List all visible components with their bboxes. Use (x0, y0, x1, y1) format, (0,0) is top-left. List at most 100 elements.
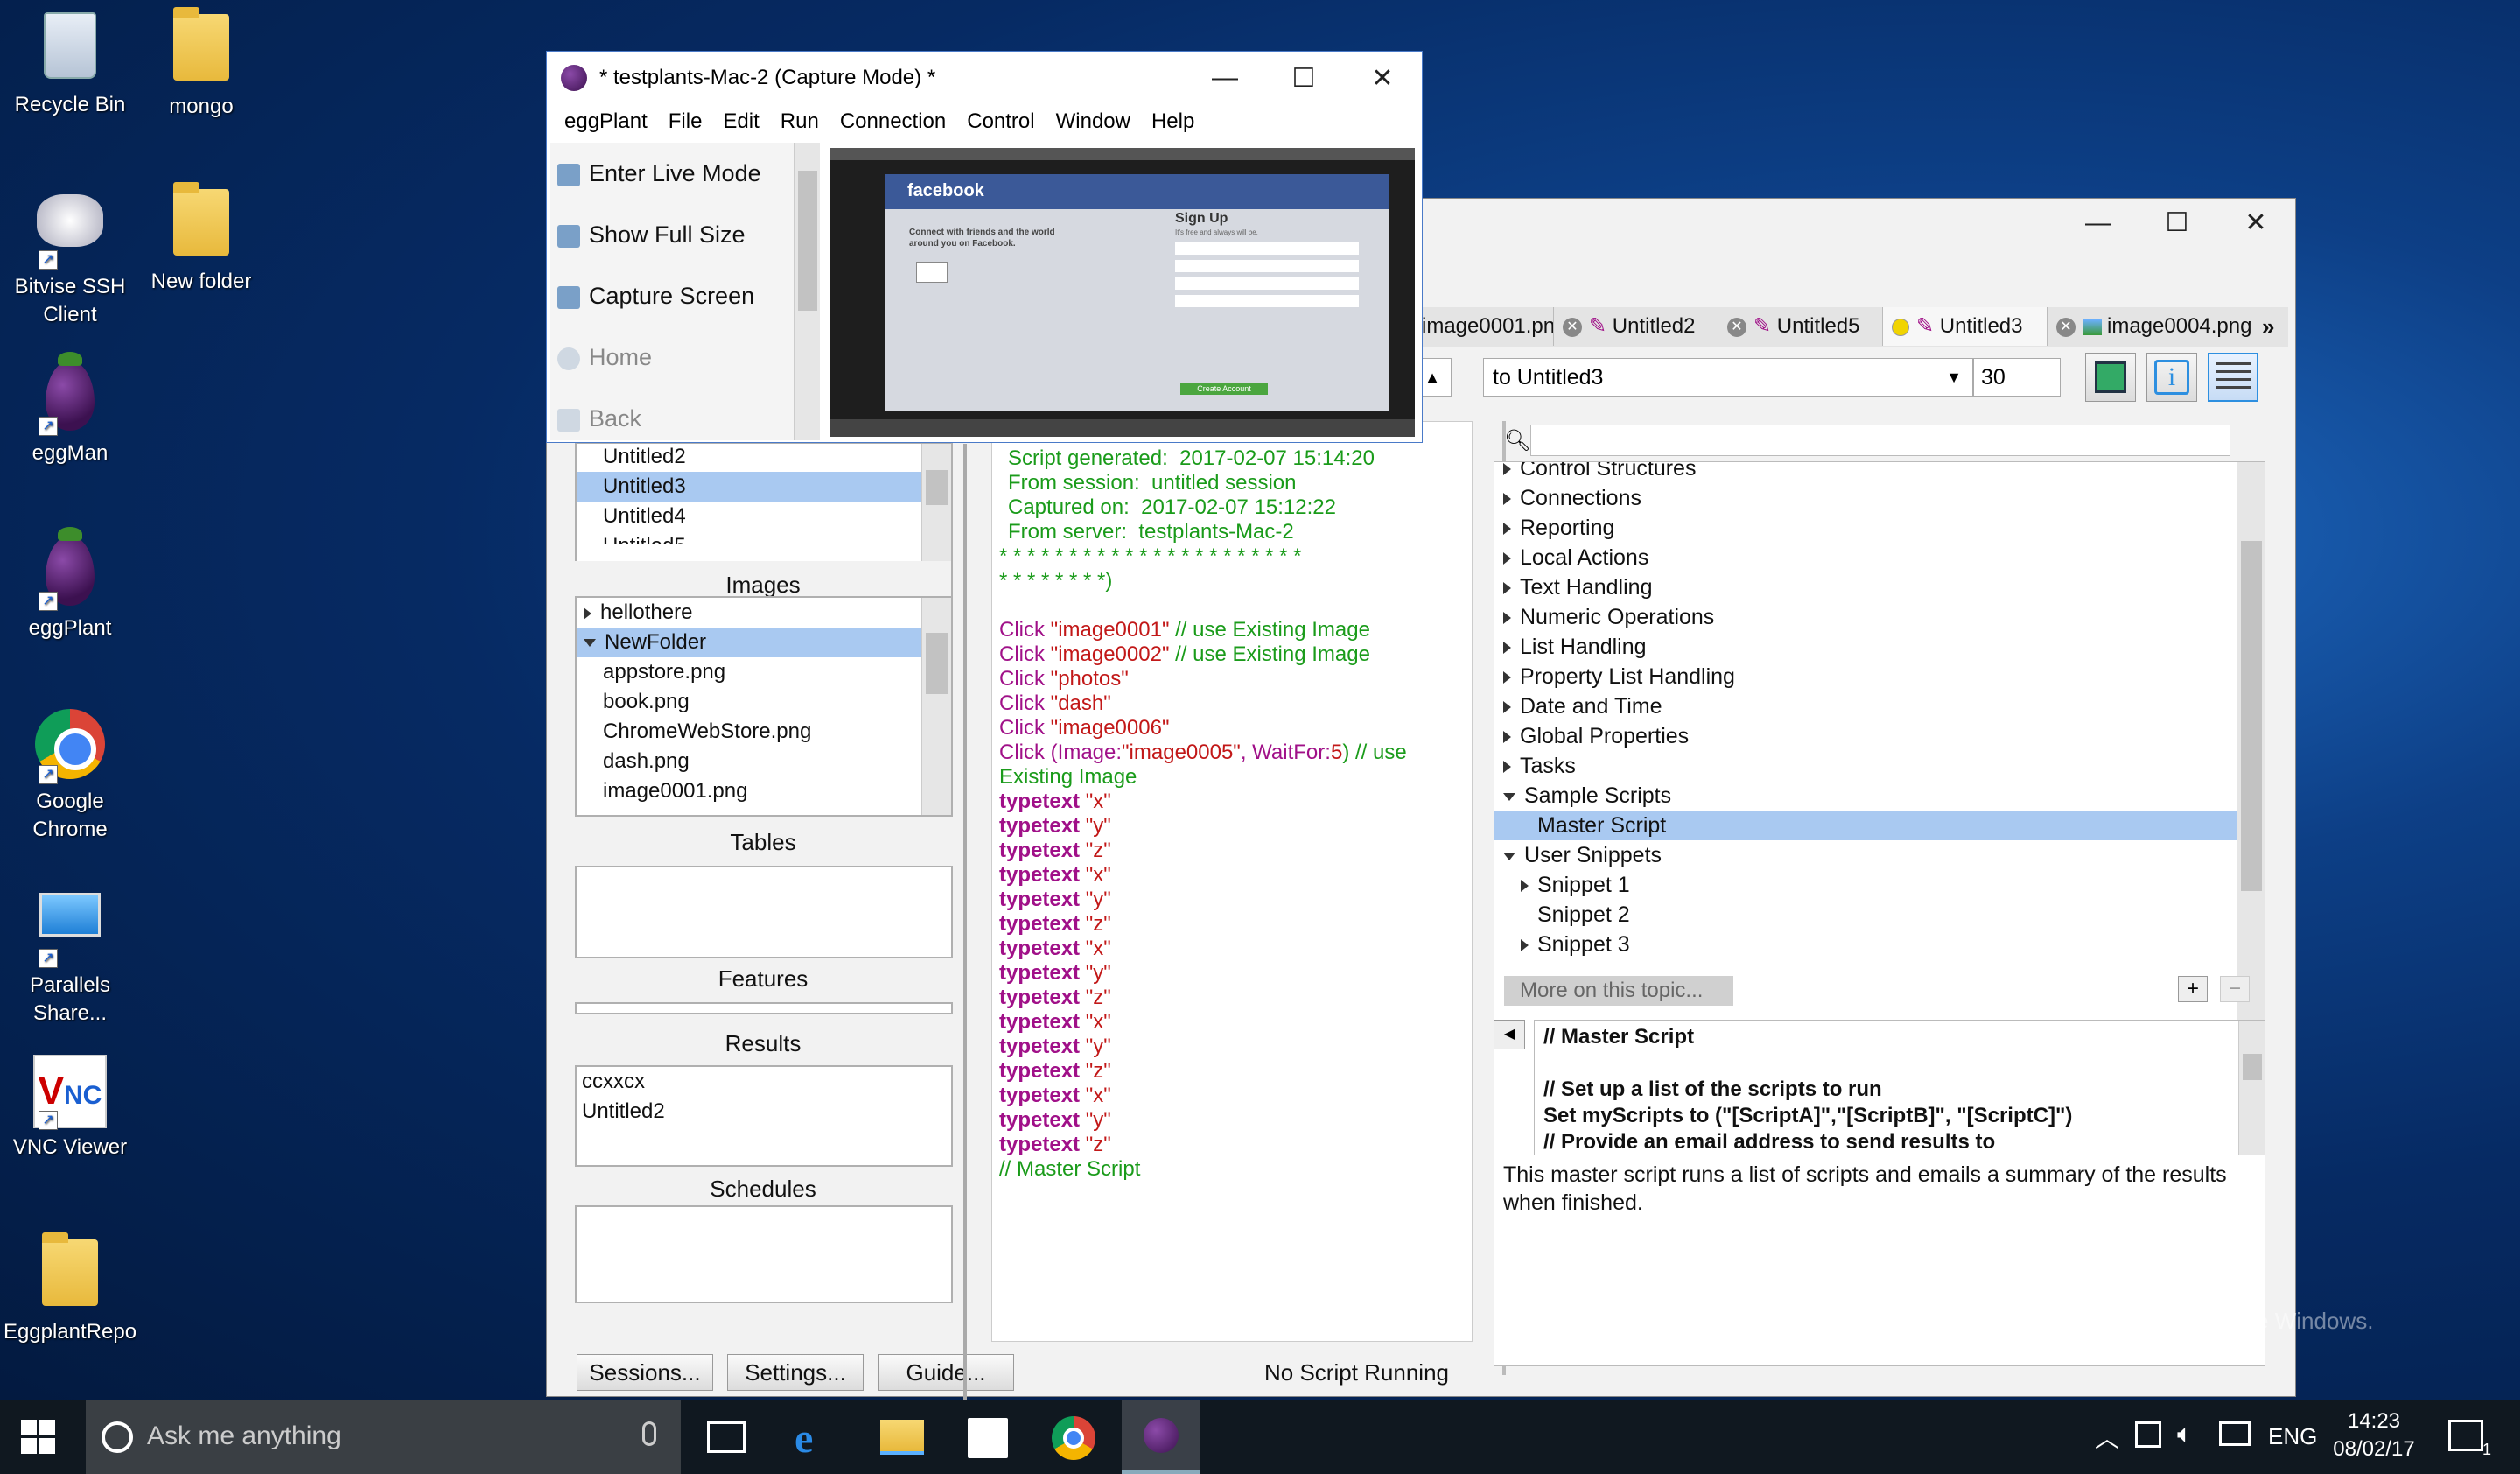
tree-item[interactable]: Global Properties (1494, 721, 2236, 751)
network-icon[interactable] (2135, 1421, 2161, 1448)
remove-snippet-button[interactable]: − (2220, 976, 2250, 1002)
scroll-thumb[interactable] (2243, 1054, 2262, 1080)
scroll-thumb[interactable] (926, 633, 948, 694)
clock[interactable]: 14:23 08/02/17 (2326, 1407, 2422, 1463)
menu-item-run[interactable]: Run (770, 109, 830, 134)
list-item[interactable]: NewFolder (577, 628, 951, 657)
count-input[interactable]: 30 (1973, 358, 2061, 397)
expand-icon[interactable] (1503, 493, 1511, 506)
list-item[interactable]: image0001.png (577, 776, 951, 806)
chevron-up-icon[interactable]: ︿ (2095, 1420, 2119, 1455)
expand-icon[interactable] (1503, 612, 1511, 625)
tree-item[interactable]: Sample Scripts (1494, 781, 2236, 811)
expand-icon[interactable] (1521, 880, 1529, 893)
list-item[interactable]: Untitled3 (577, 472, 951, 502)
tree-item[interactable]: Master Script (1494, 811, 2236, 840)
list-item[interactable]: Untitled5 (577, 531, 951, 544)
sessions-button[interactable]: Sessions... (577, 1354, 713, 1391)
list-item[interactable]: dash.png (577, 747, 951, 776)
expand-icon[interactable] (1503, 552, 1511, 565)
chrome-taskbar-icon[interactable] (1052, 1416, 1096, 1460)
list-item[interactable]: hellothere (577, 598, 951, 628)
desktop-icon-new-folder[interactable]: New folder (131, 182, 271, 296)
list-item[interactable]: ccxxcx (577, 1067, 951, 1097)
volume-icon[interactable]: 🔈︎ (2177, 1420, 2193, 1449)
windows-start-icon[interactable] (21, 1420, 56, 1455)
menu-item-edit[interactable]: Edit (712, 109, 769, 134)
scroll-thumb[interactable] (2241, 541, 2262, 891)
expand-icon[interactable] (1503, 582, 1511, 595)
tree-item[interactable]: Property List Handling (1494, 662, 2236, 691)
close-tab-icon[interactable]: ✕ (1563, 317, 1582, 337)
file-explorer-icon[interactable] (880, 1420, 924, 1455)
expand-icon[interactable] (1503, 761, 1511, 774)
tab-untitled3[interactable]: ✎ Untitled3 (1882, 307, 2047, 346)
minimize-button[interactable]: — (1186, 63, 1264, 94)
tree-item[interactable]: Numeric Operations (1494, 602, 2236, 632)
collapse-icon[interactable] (1503, 792, 1516, 801)
list-item[interactable]: book.png (577, 687, 951, 717)
edge-icon[interactable]: e (794, 1414, 813, 1463)
search-box[interactable]: Ask me anything (86, 1400, 681, 1474)
close-button[interactable]: ✕ (1343, 63, 1422, 94)
action-home[interactable]: Home (550, 326, 797, 388)
expand-icon[interactable] (1503, 731, 1511, 744)
tree-item[interactable]: Text Handling (1494, 572, 2236, 602)
list-view-button[interactable] (2208, 353, 2258, 402)
maximize-button[interactable]: ☐ (2138, 199, 2216, 248)
settings-button[interactable]: Settings... (727, 1354, 864, 1391)
expand-icon[interactable] (1503, 642, 1511, 655)
expand-icon[interactable] (584, 607, 592, 620)
desktop-icon-recycle-bin[interactable]: Recycle Bin (0, 9, 140, 119)
tab-untitled5[interactable]: ✕ ✎ Untitled5 (1718, 307, 1882, 346)
scrollbar[interactable] (2238, 1021, 2264, 1168)
action-back[interactable]: Back (550, 388, 797, 449)
close-tab-icon[interactable]: ✕ (2056, 317, 2076, 337)
tree-item[interactable]: User Snippets (1494, 840, 2236, 870)
desktop-icon-eggplantrepo[interactable]: EggplantRepo (0, 1232, 140, 1346)
add-snippet-button[interactable]: + (2178, 976, 2208, 1002)
menu-item-connection[interactable]: Connection (830, 109, 956, 134)
guide-button[interactable]: Guide... (878, 1354, 1014, 1391)
desktop-icon-parallels[interactable]: ↗ Parallels Share... (0, 884, 140, 1028)
expand-icon[interactable] (1521, 939, 1529, 952)
scroll-thumb[interactable] (926, 470, 948, 505)
more-topic-button[interactable]: More on this topic... (1504, 976, 1733, 1006)
desktop-icon-vnc[interactable]: VNC ↗ VNC Viewer (0, 1055, 140, 1162)
store-icon[interactable] (968, 1418, 1008, 1458)
help-search-input[interactable] (1530, 425, 2230, 456)
save-button[interactable] (2085, 353, 2136, 402)
action-show-full-size[interactable]: Show Full Size (550, 204, 797, 265)
tab-untitled2[interactable]: ✕ ✎ Untitled2 (1553, 307, 1718, 346)
minimize-button[interactable]: — (2059, 199, 2138, 248)
tree-item[interactable]: Snippet 2 (1494, 900, 2236, 930)
tree-item[interactable]: List Handling (1494, 632, 2236, 662)
action-enter-live-mode[interactable]: Enter Live Mode (550, 143, 797, 204)
snippet-code-view[interactable]: // Master Script // Set up a list of the … (1534, 1020, 2265, 1169)
language-indicator[interactable]: ENG (2268, 1423, 2317, 1450)
expand-icon[interactable] (1503, 463, 1511, 476)
eggplant-taskbar-icon[interactable] (1122, 1400, 1200, 1474)
scrollbar[interactable] (794, 143, 820, 440)
close-button[interactable]: ✕ (2216, 199, 2295, 248)
scrollbar[interactable] (921, 598, 951, 815)
expand-icon[interactable] (1503, 523, 1511, 536)
tree-item[interactable]: Snippet 1 (1494, 870, 2236, 900)
task-view-icon[interactable] (707, 1421, 746, 1453)
splitter[interactable] (963, 444, 967, 1474)
script-editor[interactable]: * * * * * * * * Script generated: 2017-0… (991, 421, 1473, 1342)
maximize-button[interactable]: ☐ (1264, 63, 1343, 94)
desktop-icon-bitvise[interactable]: ↗ Bitvise SSH Client (0, 184, 140, 329)
desktop-icon-mongo[interactable]: mongo (131, 7, 271, 121)
desktop-icon-eggplant[interactable]: ↗ eggPlant (0, 527, 140, 642)
collapse-icon[interactable] (584, 639, 596, 648)
menu-item-window[interactable]: Window (1046, 109, 1141, 134)
back-arrow-button[interactable]: ◀ (1494, 1020, 1525, 1049)
desktop-icon-eggman[interactable]: ↗ eggMan (0, 352, 140, 467)
list-item[interactable]: appstore.png (577, 657, 951, 687)
desktop-icon-chrome[interactable]: ↗ Google Chrome (0, 707, 140, 844)
expand-icon[interactable] (1503, 671, 1511, 684)
tab-image0004[interactable]: ✕ image0004.png (2047, 307, 2257, 346)
tree-item[interactable]: Control Structures (1494, 462, 2236, 483)
tree-item[interactable]: Tasks (1494, 751, 2236, 781)
